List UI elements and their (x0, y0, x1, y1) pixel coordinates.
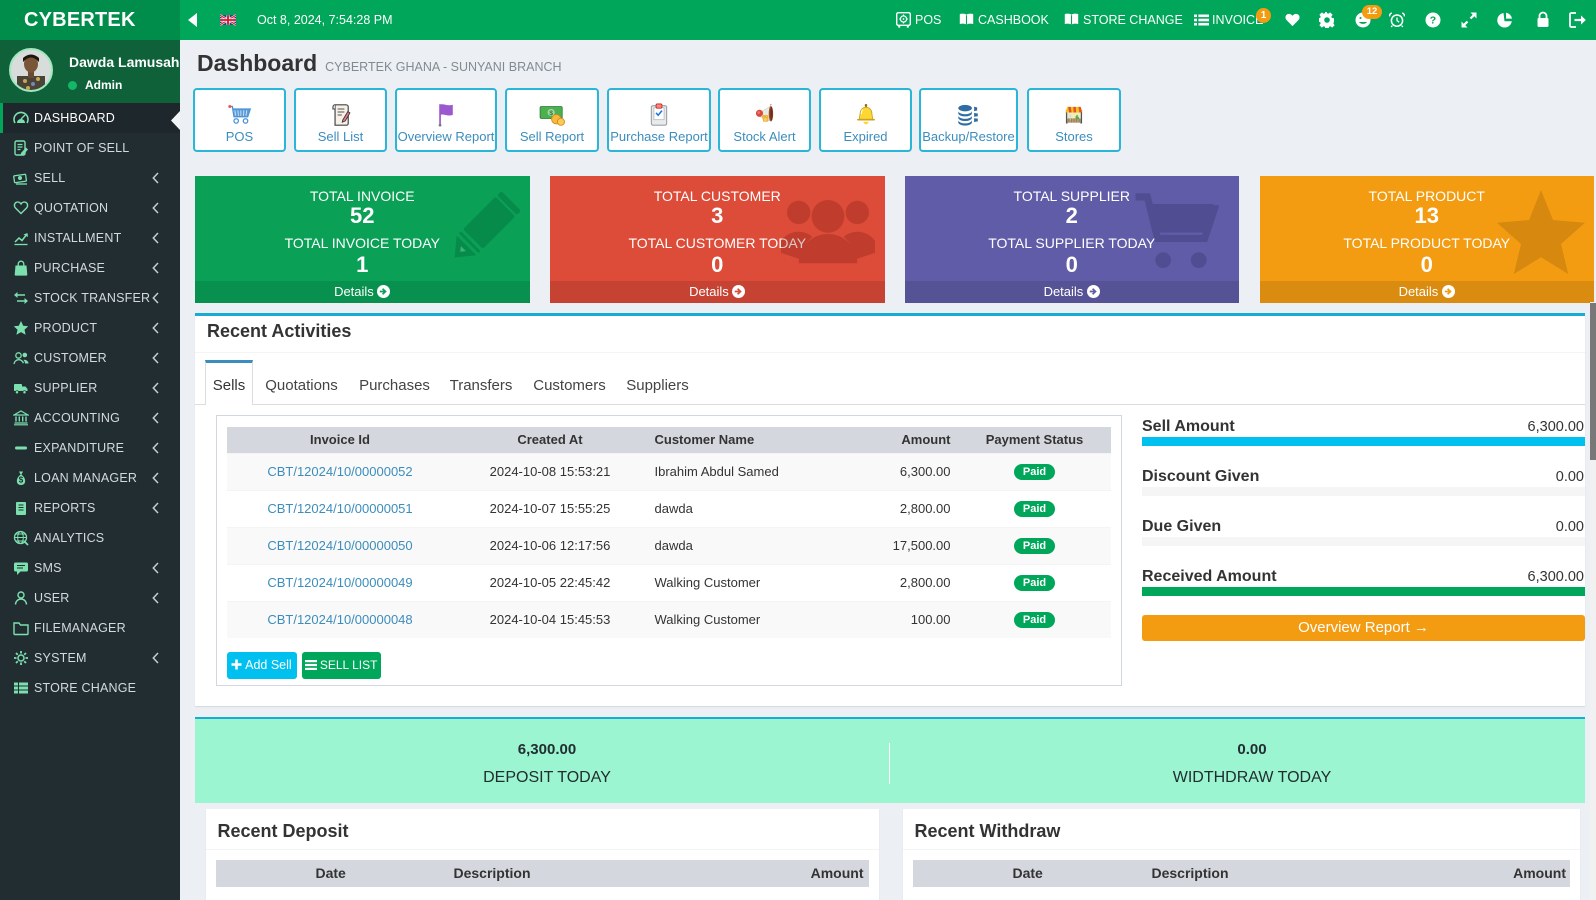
svg-text:$: $ (19, 476, 24, 485)
svg-text:?: ? (1430, 15, 1436, 27)
